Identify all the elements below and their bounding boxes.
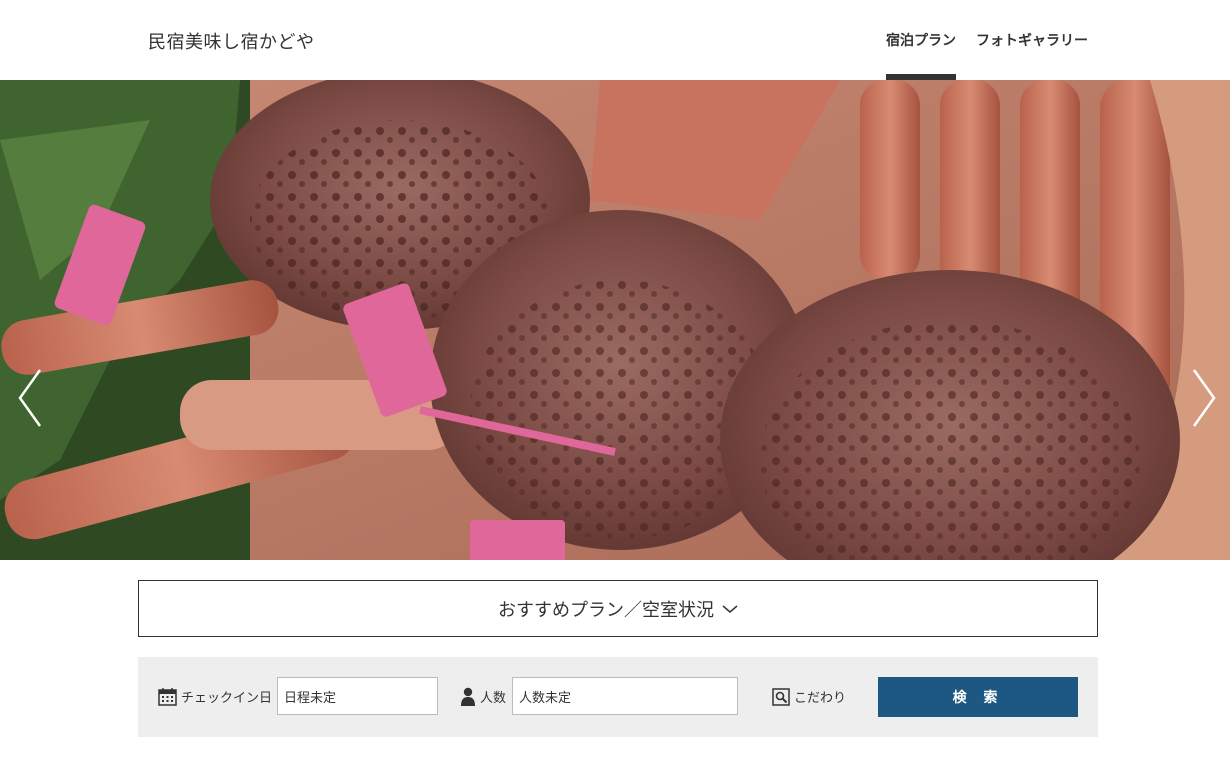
chevron-left-icon xyxy=(18,369,42,427)
calendar-icon xyxy=(158,688,177,706)
nav-item-photo-gallery[interactable]: フォトギャラリー xyxy=(976,30,1088,50)
chevron-right-icon xyxy=(1192,369,1216,427)
person-icon xyxy=(461,687,475,706)
chevron-down-icon xyxy=(722,604,738,613)
hero-slider xyxy=(0,80,1230,560)
main-nav: 宿泊プラン フォトギャラリー xyxy=(886,30,1088,80)
nav-item-plans[interactable]: 宿泊プラン xyxy=(886,30,956,80)
search-bar: チェックイン日 日程未定 人数 人数未定 こだわり 検 索 xyxy=(138,657,1098,737)
checkin-label-group: チェックイン日 xyxy=(158,687,272,706)
guests-label: 人数 xyxy=(480,691,507,706)
filter-search-icon xyxy=(772,687,790,706)
site-title[interactable]: 民宿美味し宿かどや xyxy=(148,28,315,54)
checkin-label: チェックイン日 xyxy=(181,691,273,706)
plan-availability-toggle[interactable]: おすすめプラン／空室状況 xyxy=(138,580,1098,637)
guests-input[interactable]: 人数未定 xyxy=(512,677,738,715)
checkin-date-input[interactable]: 日程未定 xyxy=(277,677,438,715)
search-button[interactable]: 検 索 xyxy=(878,677,1078,717)
slider-next-button[interactable] xyxy=(1188,368,1218,428)
guests-label-group: 人数 xyxy=(460,687,506,706)
plan-toggle-label: おすすめプラン／空室状況 xyxy=(498,599,714,621)
kodawari-filter[interactable]: こだわり xyxy=(772,687,846,706)
slider-prev-button[interactable] xyxy=(16,368,46,428)
site-header: 民宿美味し宿かどや 宿泊プラン フォトギャラリー xyxy=(0,0,1230,80)
hero-image xyxy=(0,80,1230,560)
kodawari-label: こだわり xyxy=(794,691,847,706)
